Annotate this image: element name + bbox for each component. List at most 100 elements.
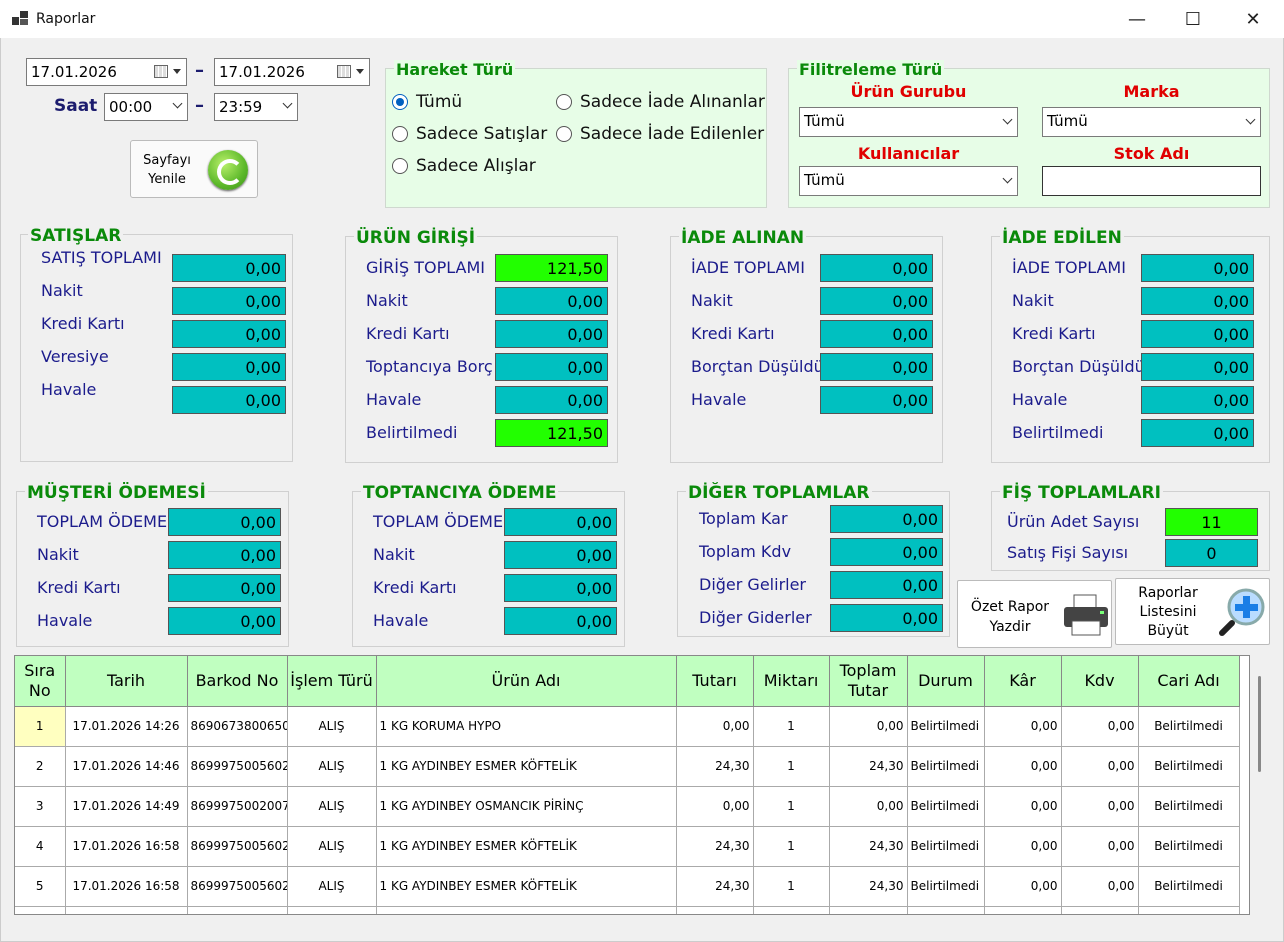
table-cell: 0,00 (984, 826, 1062, 867)
chevron-down-icon (1002, 114, 1013, 125)
column-header[interactable]: Ürün Adı (376, 656, 677, 707)
musteri_odemesi-value-0: 0,00 (168, 508, 281, 536)
column-header[interactable]: Toplam Tutar (829, 656, 908, 707)
table-cell (287, 906, 377, 914)
table-cell: 17.01.2026 16:58 (65, 826, 188, 867)
table-cell (984, 906, 1062, 914)
iade_alinan-label-1: Nakit (691, 291, 733, 310)
iade_edilen-label-4: Havale (1012, 390, 1068, 409)
table-row[interactable]: 1 17.01.2026 14:26 8690673800650 ALIŞ 1 KG K… (15, 706, 1240, 747)
table-row[interactable]: 2 17.01.2026 14:46 8699975005602 ALIŞ 1 KG A… (15, 746, 1240, 787)
iade_alinan-value-3: 0,00 (820, 353, 933, 381)
table-cell: Belirtilmedi (1138, 866, 1240, 907)
column-header[interactable]: Tarih (65, 656, 188, 707)
radio-all[interactable]: Tümü (392, 92, 462, 112)
column-header[interactable]: Barkod No (187, 656, 288, 707)
table-cell: 8690673800650 (187, 706, 288, 747)
report-table[interactable]: Sıra No Tarih Barkod No İşlem Türü Ürün Adı T… (14, 655, 1250, 915)
column-header[interactable]: Durum (907, 656, 985, 707)
table-cell: Belirtilmedi (907, 706, 985, 747)
radio-sales-only[interactable]: Sadece Satışlar (392, 124, 547, 144)
column-header[interactable]: İşlem Türü (287, 656, 377, 707)
urun_girisi-label-5: Belirtilmedi (366, 423, 458, 442)
table-cell: 1 KG AYDINBEY ESMER KÖFTELİK (376, 746, 677, 787)
satislar-value-1: 0,00 (172, 287, 286, 315)
brand-select[interactable]: Tümü (1042, 107, 1261, 137)
close-button[interactable]: ✕ (1230, 4, 1276, 34)
column-header[interactable]: Kâr (984, 656, 1062, 707)
scrollbar-thumb[interactable] (1258, 676, 1261, 772)
summary-print-button[interactable]: Özet Rapor Yazdir (957, 580, 1112, 648)
iade_edilen-label-1: Nakit (1012, 291, 1054, 310)
column-header[interactable]: Tutarı (676, 656, 754, 707)
satislar-value-3: 0,00 (172, 353, 286, 381)
table-cell: 5 (15, 866, 66, 907)
table-row[interactable] (15, 906, 1240, 914)
start-date-picker[interactable]: 17.01.2026 (26, 58, 187, 86)
enlarge-list-button[interactable]: Raporlar Listesini Büyüt (1115, 578, 1270, 645)
table-cell: 8699975005602 (187, 746, 288, 787)
supplier-payment-title: TOPTANCIYA ÖDEME (361, 483, 559, 503)
column-header[interactable]: Kdv (1061, 656, 1139, 707)
table-cell (15, 906, 66, 914)
chevron-down-icon (172, 98, 183, 109)
column-header[interactable]: Sıra No (15, 656, 66, 707)
column-header[interactable]: Cari Adı (1138, 656, 1240, 707)
table-cell: 1 (753, 866, 830, 907)
calendar-icon (337, 65, 351, 78)
column-header[interactable]: Miktarı (753, 656, 830, 707)
product-group-select[interactable]: Tümü (799, 107, 1018, 137)
users-label: Kullanıcılar (857, 144, 960, 163)
table-cell: 0,00 (1061, 746, 1139, 787)
satislar-value-0: 0,00 (172, 254, 286, 282)
table-cell: ALIŞ (287, 706, 377, 747)
table-cell (376, 906, 677, 914)
sales-title: SATIŞLAR (28, 226, 124, 246)
refresh-button[interactable]: Sayfayı Yenile (130, 140, 258, 198)
start-time-select[interactable]: 00:00 (104, 93, 188, 121)
toptanciya_odeme-value-2: 0,00 (504, 574, 617, 602)
urun_girisi-value-4: 0,00 (495, 386, 608, 414)
radio-returns-given-label: Sadece İade Edilenler (580, 124, 765, 144)
maximize-button[interactable]: ☐ (1170, 4, 1216, 34)
table-row[interactable]: 4 17.01.2026 16:58 8699975005602 ALIŞ 1 KG A… (15, 826, 1240, 867)
table-cell: 17.01.2026 14:26 (65, 706, 188, 747)
end-date-picker[interactable]: 17.01.2026 (214, 58, 370, 86)
table-cell (676, 906, 754, 914)
users-select[interactable]: Tümü (799, 166, 1018, 196)
brand-value: Tümü (1047, 112, 1088, 130)
diger_toplamlar-label-0: Toplam Kar (699, 509, 788, 528)
table-cell: 0,00 (829, 786, 908, 827)
iade_alinan-label-3: Borçtan Düşüldü (691, 357, 824, 376)
table-cell: 8699975002007 (187, 786, 288, 827)
minimize-button[interactable]: — (1114, 4, 1160, 34)
iade_edilen-value-3: 0,00 (1141, 353, 1254, 381)
musteri_odemesi-value-1: 0,00 (168, 541, 281, 569)
table-cell: 24,30 (829, 826, 908, 867)
toptanciya_odeme-label-1: Nakit (373, 545, 415, 564)
table-cell: ALIŞ (287, 826, 377, 867)
table-row[interactable]: 5 17.01.2026 16:58 8699975005602 ALIŞ 1 KG A… (15, 866, 1240, 907)
diger_toplamlar-label-3: Diğer Giderler (699, 608, 812, 627)
toptanciya_odeme-label-0: TOPLAM ÖDEME (373, 512, 504, 531)
radio-purchases-only[interactable]: Sadece Alışlar (392, 156, 536, 176)
window-title: Raporlar (36, 11, 96, 27)
calendar-icon (154, 65, 168, 78)
table-cell: 0,00 (984, 786, 1062, 827)
radio-returns-given[interactable]: Sadece İade Edilenler (556, 124, 764, 144)
table-cell: 17.01.2026 14:46 (65, 746, 188, 787)
table-cell (907, 906, 985, 914)
radio-returns-received[interactable]: Sadece İade Alınanlar (556, 92, 765, 112)
stock-name-input[interactable] (1042, 166, 1261, 196)
fis_toplamlari-value-0: 11 (1165, 508, 1258, 536)
table-cell: 0,00 (1061, 866, 1139, 907)
end-time-select[interactable]: 23:59 (214, 93, 298, 121)
table-cell (1138, 906, 1240, 914)
iade_edilen-value-4: 0,00 (1141, 386, 1254, 414)
table-cell: 24,30 (676, 746, 754, 787)
table-header-row: Sıra No Tarih Barkod No İşlem Türü Ürün Adı T… (15, 656, 1240, 707)
radio-icon (392, 126, 408, 142)
table-row[interactable]: 3 17.01.2026 14:49 8699975002007 ALIŞ 1 KG A… (15, 786, 1240, 827)
table-cell: Belirtilmedi (1138, 786, 1240, 827)
start-date-value: 17.01.2026 (31, 63, 117, 81)
